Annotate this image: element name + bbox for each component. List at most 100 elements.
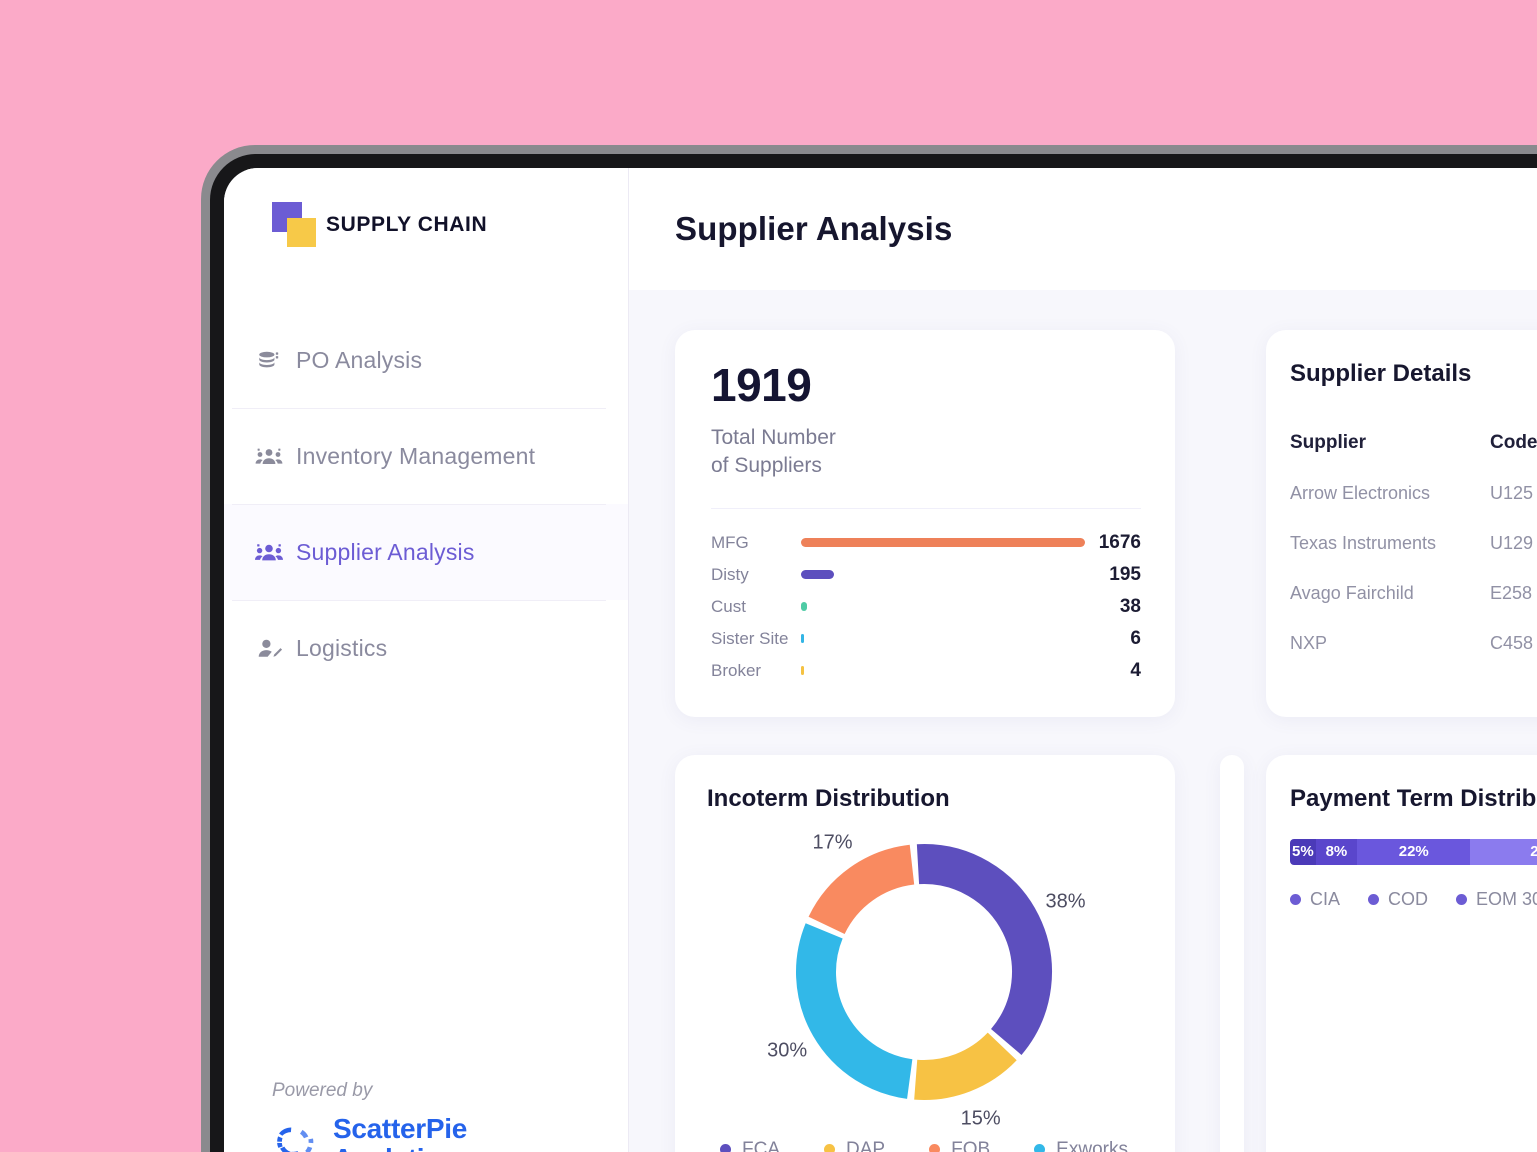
legend-label: FOB [951, 1138, 991, 1152]
stacked-segment[interactable]: 22% [1357, 838, 1471, 865]
bar-fill [801, 634, 805, 644]
device-screen: SUPPLY CHAIN PO Analysis Inventory Manag… [224, 168, 1537, 1152]
legend-item[interactable]: COD [1368, 889, 1428, 910]
donut-segment[interactable] [914, 1032, 1017, 1100]
bar-row: Broker 4 [711, 655, 1141, 687]
legend-label: FCA [742, 1138, 781, 1152]
legend-label: CIA [1310, 888, 1341, 909]
brand-logo[interactable]: SUPPLY CHAIN [224, 194, 628, 256]
person-edit-icon [242, 635, 296, 661]
legend-item[interactable]: FCA [720, 1139, 780, 1152]
legend-item[interactable]: DAP [824, 1139, 885, 1152]
coins-stack-icon [242, 347, 296, 373]
bar-row: Cust 38 [711, 591, 1141, 623]
stacked-segment[interactable]: 29% [1470, 838, 1537, 865]
table-row[interactable]: Avago Fairchild E258 [1290, 568, 1537, 618]
legend-label: DAP [846, 1138, 886, 1152]
payment-term-distribution-card: Payment Term Distribution 5% 8% 22% 29% CIA… [1266, 754, 1537, 1152]
card-title: Payment Term Distribution [1290, 784, 1537, 812]
bar-value: 195 [1109, 563, 1141, 585]
bar-row: Disty 195 [711, 559, 1141, 591]
kpi-label: Total Number of Suppliers [711, 424, 1141, 480]
stacked-segment[interactable]: 8% [1315, 838, 1358, 865]
table-header-row: Supplier Code [1290, 418, 1537, 468]
bar-fill [801, 666, 805, 676]
cell-supplier: Arrow Electronics [1290, 482, 1431, 503]
bar-value: 6 [1130, 627, 1141, 649]
segment-percent: 5% [1292, 843, 1314, 861]
sidebar-item-supplier-analysis[interactable]: Supplier Analysis [224, 504, 628, 600]
sidebar-item-inventory-management[interactable]: Inventory Management [224, 408, 628, 504]
dashboard-grid: 1919 Total Number of Suppliers MFG 1676 Di… [629, 290, 1537, 1152]
people-group-filled-icon [242, 539, 296, 565]
incoterm-legend: FCA DAP FOB Exworks [707, 1139, 1141, 1152]
scatterpie-swirl-icon [272, 1117, 320, 1152]
card-title: Incoterm Distribution [707, 784, 950, 812]
stacked-segment[interactable]: 5% [1290, 838, 1316, 865]
column-header-supplier: Supplier [1290, 432, 1367, 453]
payment-term-legend: CIA COD EOM 30 [1290, 889, 1537, 910]
kpi-label-line-1: Total Number [711, 426, 836, 449]
table-body: Arrow Electronics U125 Texas Instruments U1… [1290, 468, 1537, 668]
segment-percent: 8% [1325, 843, 1348, 861]
cell-code: C458 [1490, 632, 1534, 653]
powered-by-block: Powered by ScatterPie [272, 1080, 467, 1152]
column-header-code: Code [1490, 432, 1537, 453]
device-frame: SUPPLY CHAIN PO Analysis Inventory Manag… [201, 145, 1537, 1152]
donut-svg [796, 843, 1052, 1100]
legend-dot [1368, 893, 1380, 905]
donut-segment[interactable] [808, 844, 915, 935]
legend-dot [929, 1144, 941, 1152]
bar-label: Cust [711, 596, 746, 616]
scatterpie-line-1: ScatterPie [333, 1113, 467, 1145]
returned-products-card: Returned Products ResistorCapacitorTrans… [1220, 754, 1244, 1152]
bar-value: 4 [1130, 659, 1141, 681]
table-row[interactable]: NXP C458 [1290, 618, 1537, 668]
cell-code: U125 [1490, 482, 1534, 503]
table-row[interactable]: Arrow Electronics U125 [1290, 468, 1537, 518]
donut-percent-label: 38% [1045, 890, 1086, 913]
legend-item[interactable]: EOM 30 [1456, 889, 1537, 910]
bar-track [801, 634, 1085, 644]
cell-supplier: NXP [1290, 632, 1328, 653]
bar-track [801, 570, 1085, 580]
bar-label: Disty [711, 564, 749, 584]
sidebar-item-po-analysis[interactable]: PO Analysis [224, 312, 628, 408]
bar-fill [801, 602, 808, 612]
bar-row: MFG 1676 [711, 527, 1141, 559]
sidebar-item-logistics[interactable]: Logistics [224, 600, 628, 696]
cell-code: E258 [1490, 582, 1533, 603]
people-group-icon [242, 443, 296, 469]
donut-percent-label: 17% [812, 831, 853, 854]
legend-item[interactable]: CIA [1290, 889, 1340, 910]
sidebar-item-label: Logistics [296, 634, 388, 661]
scatterpie-logo[interactable]: ScatterPie Analytics [272, 1114, 467, 1152]
cell-supplier: Avago Fairchild [1290, 582, 1414, 603]
sidebar-item-label: PO Analysis [296, 346, 423, 373]
donut-segment[interactable] [916, 843, 1052, 1055]
card-title: Supplier Details [1290, 360, 1472, 387]
legend-item[interactable]: Exworks [1034, 1139, 1128, 1152]
bar-fill [801, 570, 835, 580]
segment-percent: 29% [1530, 843, 1537, 861]
supplier-details-table: Supplier Code Arrow Electronics U125 Texas… [1290, 418, 1537, 668]
legend-dot [1290, 893, 1301, 905]
incoterm-distribution-card: Incoterm Distribution 17% 38% 15% 30% FCA DA… [675, 754, 1175, 1152]
donut-percent-label: 30% [767, 1039, 808, 1062]
bar-label: Sister Site [711, 628, 789, 648]
donut-segment[interactable] [796, 923, 913, 1099]
divider [711, 507, 1141, 509]
legend-dot [1034, 1144, 1046, 1152]
brand-name: SUPPLY CHAIN [326, 213, 488, 236]
legend-label: Exworks [1056, 1138, 1128, 1152]
table-row[interactable]: Texas Instruments U129 [1290, 518, 1537, 568]
bar-fill [801, 538, 1085, 548]
bar-label: Broker [711, 660, 762, 680]
powered-by-label: Powered by [272, 1080, 373, 1102]
sidebar-item-label: Supplier Analysis [296, 538, 475, 565]
supplier-type-bar-chart: MFG 1676 Disty 195 Cust 38 Sister Site 6 Broker 4 [711, 527, 1141, 687]
bar-track [801, 602, 1085, 612]
two-squares-logo-icon [272, 202, 318, 248]
legend-item[interactable]: FOB [929, 1139, 990, 1152]
grid-gap [1220, 330, 1221, 717]
